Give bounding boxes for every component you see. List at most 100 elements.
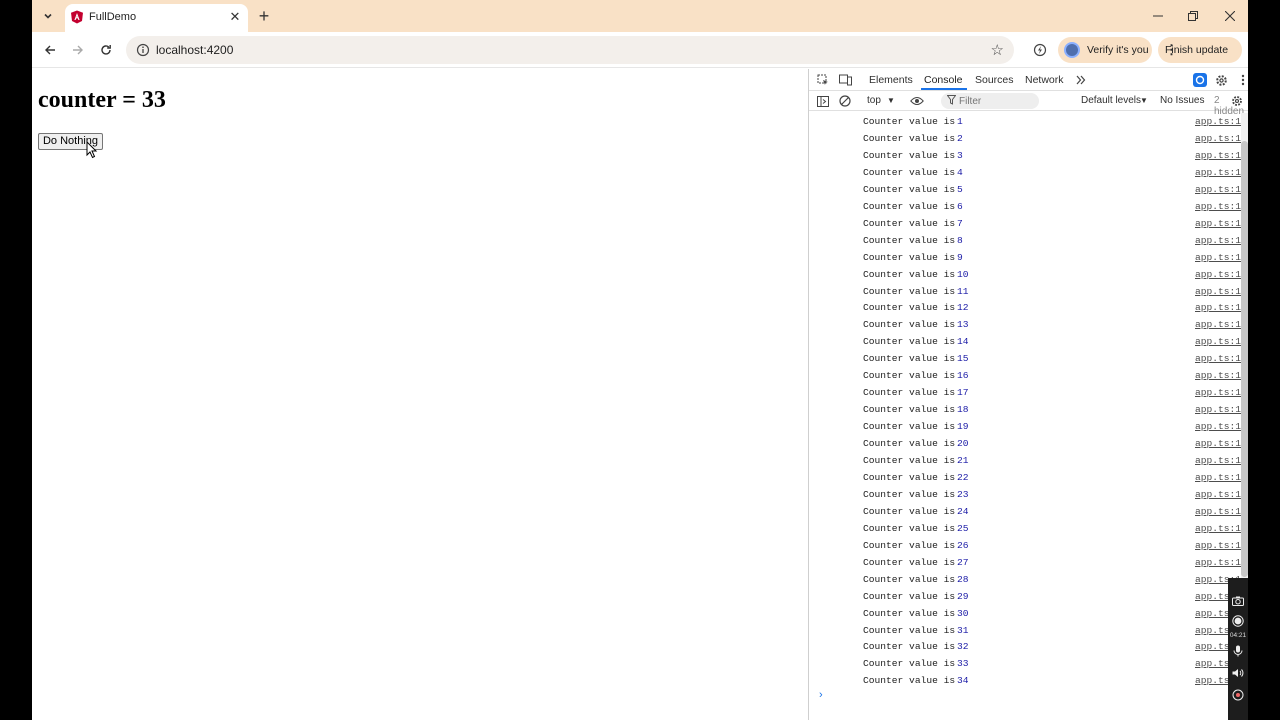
console-value: 29 bbox=[957, 590, 969, 602]
clear-icon[interactable] bbox=[837, 93, 853, 109]
console-messages: Counter value is 1 app.ts:17 Counter value … bbox=[809, 113, 1247, 713]
browser-tab[interactable]: FullDemo ✕ bbox=[65, 4, 248, 32]
record-icon[interactable] bbox=[1231, 614, 1245, 628]
page-viewport: counter = 33 Do Nothing bbox=[32, 69, 808, 720]
kebab-menu-icon[interactable]: ⋮ bbox=[1165, 42, 1236, 58]
console-value: 26 bbox=[957, 539, 969, 551]
console-message: Counter value is bbox=[863, 166, 956, 178]
webcam-icon[interactable] bbox=[1231, 688, 1245, 702]
mouse-cursor-icon bbox=[86, 141, 98, 159]
tab-title: FullDemo bbox=[89, 11, 137, 23]
filter-input[interactable] bbox=[959, 94, 1035, 108]
tab-search-icon[interactable] bbox=[38, 6, 58, 26]
browser-toolbar: localhost:4200 ☆ Verify it's you Finish … bbox=[32, 32, 1248, 68]
console-value: 6 bbox=[957, 200, 963, 212]
plus-icon[interactable]: + bbox=[254, 6, 274, 26]
console-value: 9 bbox=[957, 251, 963, 263]
avatar bbox=[1064, 42, 1080, 58]
kebab-menu-icon[interactable] bbox=[1235, 72, 1248, 88]
sidebar-icon[interactable] bbox=[815, 93, 831, 109]
more-tabs-icon[interactable] bbox=[1073, 72, 1089, 88]
address-bar[interactable]: localhost:4200 ☆ bbox=[126, 36, 1014, 64]
console-message: Counter value is bbox=[863, 116, 956, 127]
console-row: Counter value is 18 app.ts:17 bbox=[809, 401, 1247, 418]
device-toolbar-icon[interactable] bbox=[837, 72, 853, 88]
console-value: 5 bbox=[957, 183, 963, 195]
tab-sources[interactable]: Sources bbox=[975, 74, 1014, 86]
verify-label: Verify it's you bbox=[1087, 44, 1149, 56]
console-value: 7 bbox=[957, 217, 963, 229]
console-row: Counter value is 7 app.ts:17 bbox=[809, 215, 1247, 232]
camera-icon[interactable] bbox=[1231, 594, 1245, 608]
minimize-icon[interactable] bbox=[1140, 0, 1176, 32]
mic-icon[interactable] bbox=[1231, 644, 1245, 658]
console-row: Counter value is 32 app.ts:17 bbox=[809, 638, 1247, 655]
console-row: Counter value is 3 app.ts:17 bbox=[809, 147, 1247, 164]
console-message: Counter value is bbox=[863, 488, 956, 500]
star-icon[interactable]: ☆ bbox=[991, 41, 1004, 59]
chevron-down-icon[interactable]: ▼ bbox=[887, 96, 895, 105]
chevron-down-icon[interactable]: ▼ bbox=[1140, 96, 1148, 105]
console-row: Counter value is 21 app.ts:17 bbox=[809, 452, 1247, 469]
tab-network[interactable]: Network bbox=[1025, 74, 1064, 86]
console-row: Counter value is 5 app.ts:17 bbox=[809, 181, 1247, 198]
verify-button[interactable]: Verify it's you bbox=[1058, 37, 1152, 63]
console-message: Counter value is bbox=[863, 471, 956, 483]
console-row: Counter value is 30 app.ts:17 bbox=[809, 605, 1247, 622]
reload-icon[interactable] bbox=[96, 40, 116, 60]
eye-icon[interactable] bbox=[909, 93, 925, 109]
console-value: 14 bbox=[957, 336, 969, 348]
console-row: Counter value is 2 app.ts:17 bbox=[809, 130, 1247, 147]
console-value: 20 bbox=[957, 438, 969, 450]
close-icon[interactable]: ✕ bbox=[227, 9, 243, 25]
console-value: 33 bbox=[957, 658, 969, 670]
console-row: Counter value is 22 app.ts:17 bbox=[809, 469, 1247, 486]
console-row: Counter value is 26 app.ts:17 bbox=[809, 537, 1247, 554]
scrollbar-thumb[interactable] bbox=[1241, 141, 1248, 577]
tab-console[interactable]: Console bbox=[924, 74, 963, 86]
forward-icon[interactable] bbox=[68, 40, 88, 60]
console-message: Counter value is bbox=[863, 387, 956, 399]
issues-label[interactable]: No Issues bbox=[1160, 95, 1204, 106]
console-row: Counter value is 12 app.ts:17 bbox=[809, 299, 1247, 316]
console-message: Counter value is bbox=[863, 421, 956, 433]
feature-badge-icon[interactable] bbox=[1192, 72, 1208, 88]
context-selector[interactable]: top bbox=[867, 95, 881, 106]
console-message: Counter value is bbox=[863, 641, 956, 653]
console-row: Counter value is 31 app.ts:17 bbox=[809, 622, 1247, 639]
console-value: 15 bbox=[957, 353, 969, 365]
console-message: Counter value is bbox=[863, 234, 956, 246]
settings-icon[interactable] bbox=[1213, 72, 1229, 88]
console-message: Counter value is bbox=[863, 624, 956, 636]
filter-field[interactable] bbox=[941, 93, 1039, 109]
console-settings-icon[interactable] bbox=[1229, 93, 1245, 109]
finish-update-button[interactable]: Finish update ⋮ bbox=[1158, 37, 1242, 63]
console-value: 21 bbox=[957, 455, 969, 466]
recorder-toolbar: 04:21 bbox=[1228, 578, 1248, 720]
console-value: 12 bbox=[957, 302, 969, 314]
console-row: Counter value is 28 app.ts:17 bbox=[809, 571, 1247, 588]
site-info-icon[interactable] bbox=[136, 43, 150, 57]
inspect-icon[interactable] bbox=[815, 72, 831, 88]
back-icon[interactable] bbox=[40, 40, 60, 60]
console-value: 16 bbox=[957, 370, 969, 382]
console-message: Counter value is bbox=[863, 675, 956, 687]
extension-icon[interactable] bbox=[1030, 40, 1050, 60]
console-prompt-icon[interactable]: › bbox=[819, 689, 823, 701]
console-message: Counter value is bbox=[863, 505, 956, 517]
console-value: 3 bbox=[957, 149, 963, 161]
close-window-icon[interactable] bbox=[1212, 0, 1248, 32]
console-row: Counter value is 15 app.ts:17 bbox=[809, 350, 1247, 367]
restore-icon[interactable] bbox=[1175, 0, 1211, 32]
console-message: Counter value is bbox=[863, 556, 956, 568]
angular-favicon-icon bbox=[70, 10, 84, 24]
console-message: Counter value is bbox=[863, 455, 956, 466]
console-value: 8 bbox=[957, 234, 963, 246]
console-value: 19 bbox=[957, 421, 969, 433]
levels-dropdown[interactable]: Default levels bbox=[1081, 95, 1141, 106]
tab-elements[interactable]: Elements bbox=[869, 74, 913, 86]
volume-icon[interactable] bbox=[1231, 666, 1245, 680]
console-value: 18 bbox=[957, 404, 969, 416]
console-row: Counter value is 10 app.ts:17 bbox=[809, 266, 1247, 283]
console-message: Counter value is bbox=[863, 285, 956, 297]
